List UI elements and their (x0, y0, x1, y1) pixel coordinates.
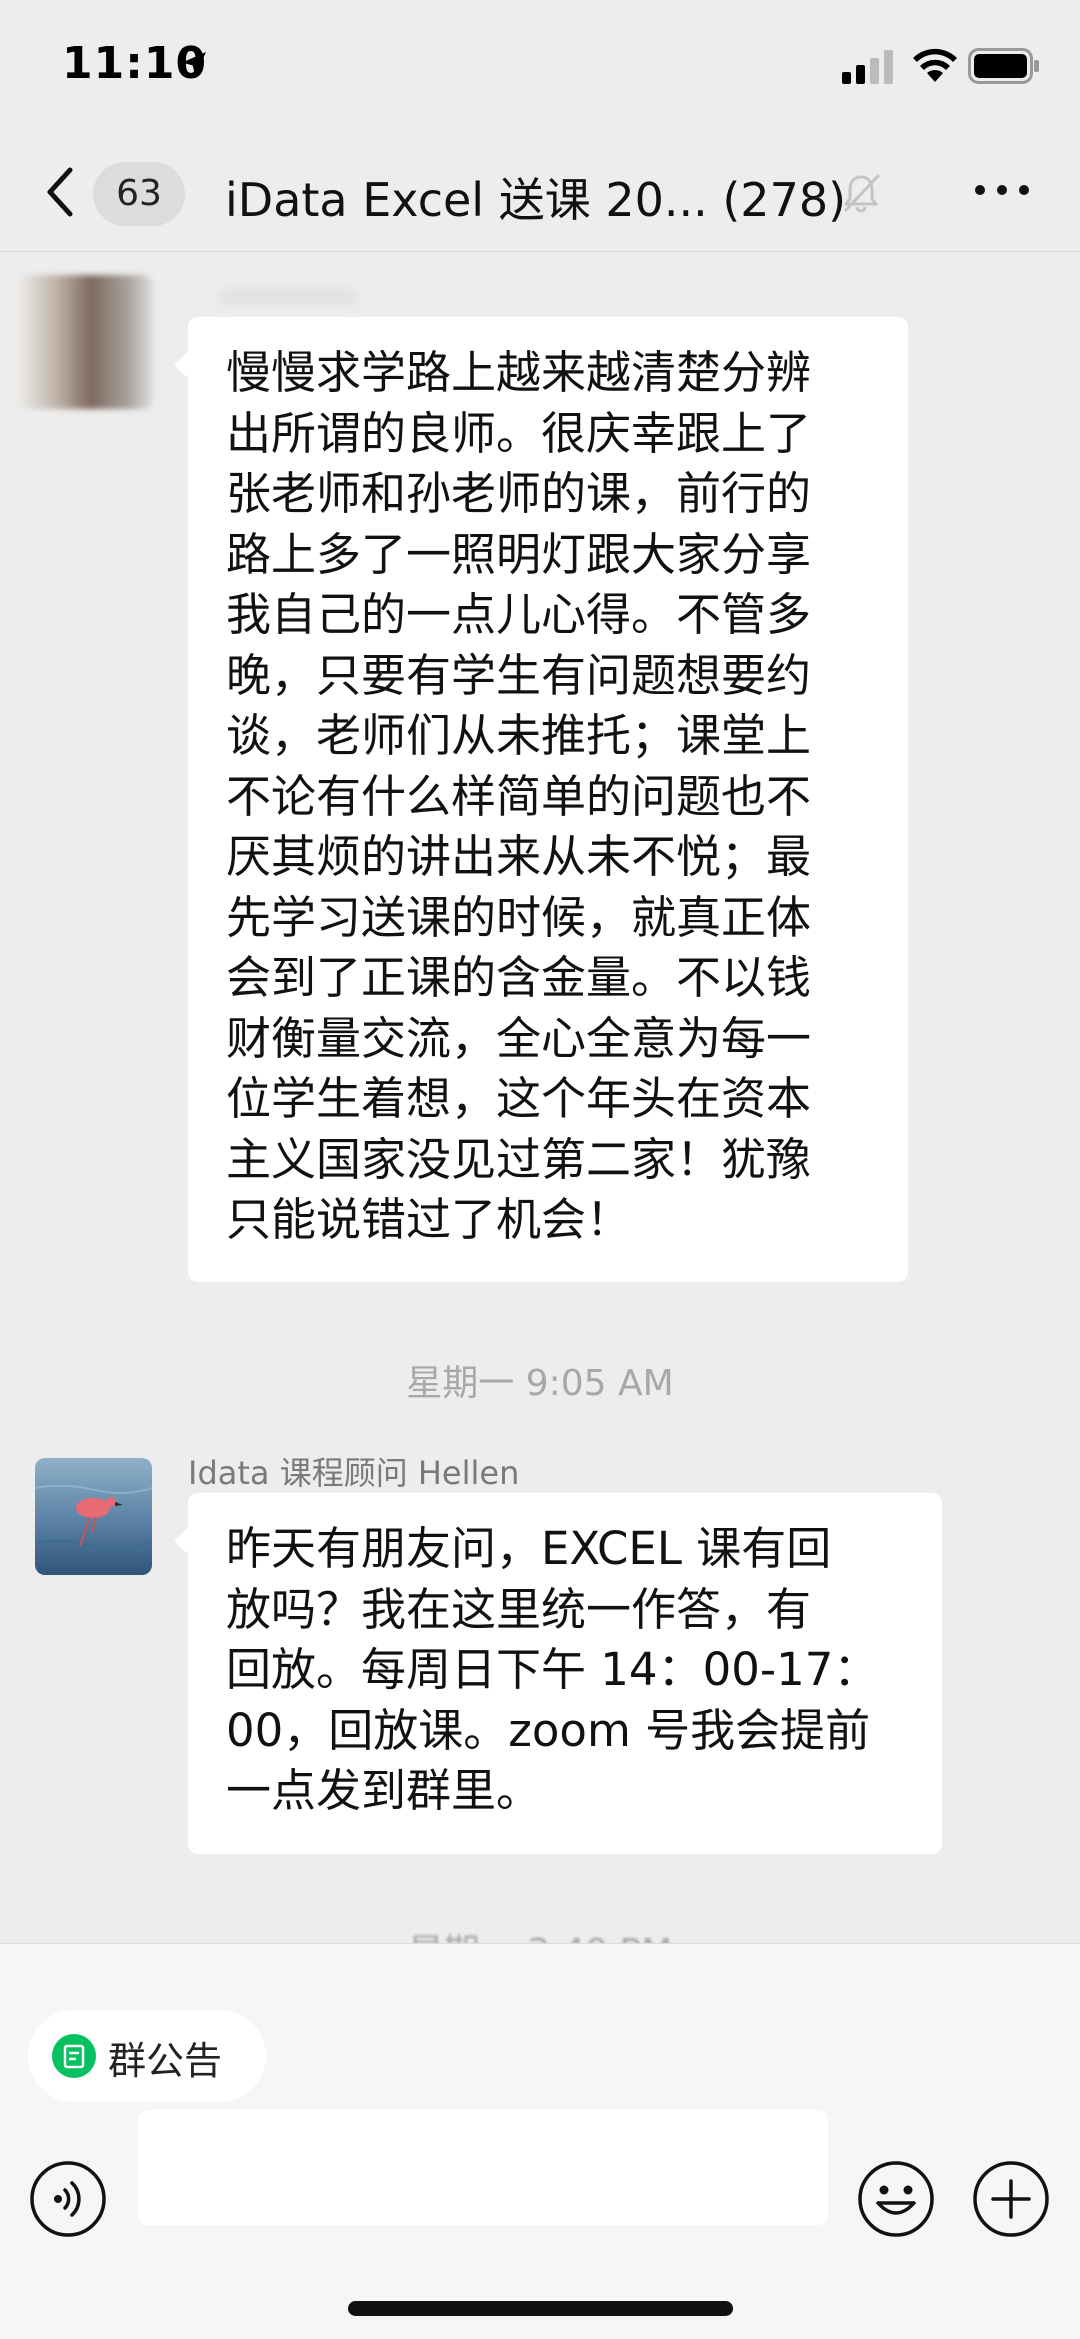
sender-avatar[interactable] (15, 275, 153, 409)
message-line: 回放。每周日下午 14：00-17： (226, 1643, 879, 1696)
message-list[interactable]: 慢慢求学路上越来越清楚分辨 出所谓的良师。很庆幸跟上了 张老师和孙老师的课，前行… (0, 253, 1080, 1943)
message-line: 我自己的一点儿心得。不管多 (226, 588, 812, 641)
message-line: 晚，只要有学生有问题想要约 (226, 648, 812, 702)
more-dots-icon[interactable] (972, 180, 1032, 200)
chat-title[interactable]: iData Excel 送课 20... (278) (225, 164, 846, 230)
message-bubble[interactable]: 慢慢求学路上越来越清楚分辨 出所谓的良师。很庆幸跟上了 张老师和孙老师的课，前行… (174, 317, 908, 1282)
chevron-left-icon[interactable] (40, 162, 80, 222)
location-arrow-icon (182, 52, 206, 76)
message-line: 位学生着想，这个年头在资本 (226, 1072, 812, 1125)
announcement-icon (52, 2034, 96, 2078)
message-line: 张老师和孙老师的课，前行的 (226, 467, 812, 520)
message-input[interactable] (138, 2110, 828, 2225)
input-panel: 群公告 (0, 1943, 1080, 2339)
message-line: 出所谓的良师。很庆幸跟上了 (226, 406, 812, 460)
message-line: 主义国家没见过第二家！犹豫 (226, 1132, 812, 1186)
unread-count-badge[interactable]: 63 (93, 162, 185, 226)
chat-header: 63 iData Excel 送课 20... (278) (0, 140, 1080, 252)
message-line: 谈，老师们从未推托；课堂上 (226, 709, 812, 762)
message-line: 放吗？我在这里统一作答，有 (226, 1582, 812, 1636)
message-line: 00，回放课。zoom 号我会提前 (226, 1703, 871, 1757)
group-notice-label: 群公告 (108, 2039, 223, 2083)
group-notice-button[interactable]: 群公告 (28, 2010, 266, 2102)
plus-icon[interactable] (971, 2159, 1051, 2239)
wifi-icon (913, 48, 957, 82)
message-timestamp: 星期一 3:40 PM (0, 1923, 1080, 1943)
message-line: 不论有什么样简单的问题也不 (226, 769, 812, 823)
sender-name-blurred (218, 288, 358, 306)
battery-icon (968, 48, 1039, 84)
home-indicator (348, 2301, 733, 2316)
message-line: 财衡量交流，全心全意为每一 (226, 1011, 812, 1065)
message-line: 昨天有朋友问，EXCEL 课有回 (226, 1522, 832, 1575)
message-timestamp: 星期一 9:05 AM (406, 1363, 674, 1404)
sender-avatar[interactable] (35, 1458, 152, 1575)
message-line: 慢慢求学路上越来越清楚分辨 (226, 346, 812, 399)
message-line: 路上多了一照明灯跟大家分享 (226, 527, 812, 581)
cellular-signal-icon (842, 50, 893, 84)
bell-slash-icon (844, 174, 880, 213)
voice-input-icon[interactable] (28, 2159, 108, 2239)
message-bubble[interactable]: 昨天有朋友问，EXCEL 课有回 放吗？我在这里统一作答，有 回放。每周日下午 … (174, 1493, 942, 1854)
status-bar: 11:10 (0, 0, 1080, 140)
message-line: 一点发到群里。 (226, 1764, 542, 1817)
message-line: 会到了正课的含金量。不以钱 (226, 951, 812, 1004)
emoji-icon[interactable] (856, 2159, 936, 2239)
message-line: 只能说错过了机会！ (226, 1193, 632, 1246)
message-line: 先学习送课的时候，就真正体 (226, 890, 812, 944)
sender-name: Idata 课程顾问 Hellen (188, 1454, 520, 1492)
message-line: 厌其烦的讲出来从未不悦；最 (226, 830, 812, 883)
